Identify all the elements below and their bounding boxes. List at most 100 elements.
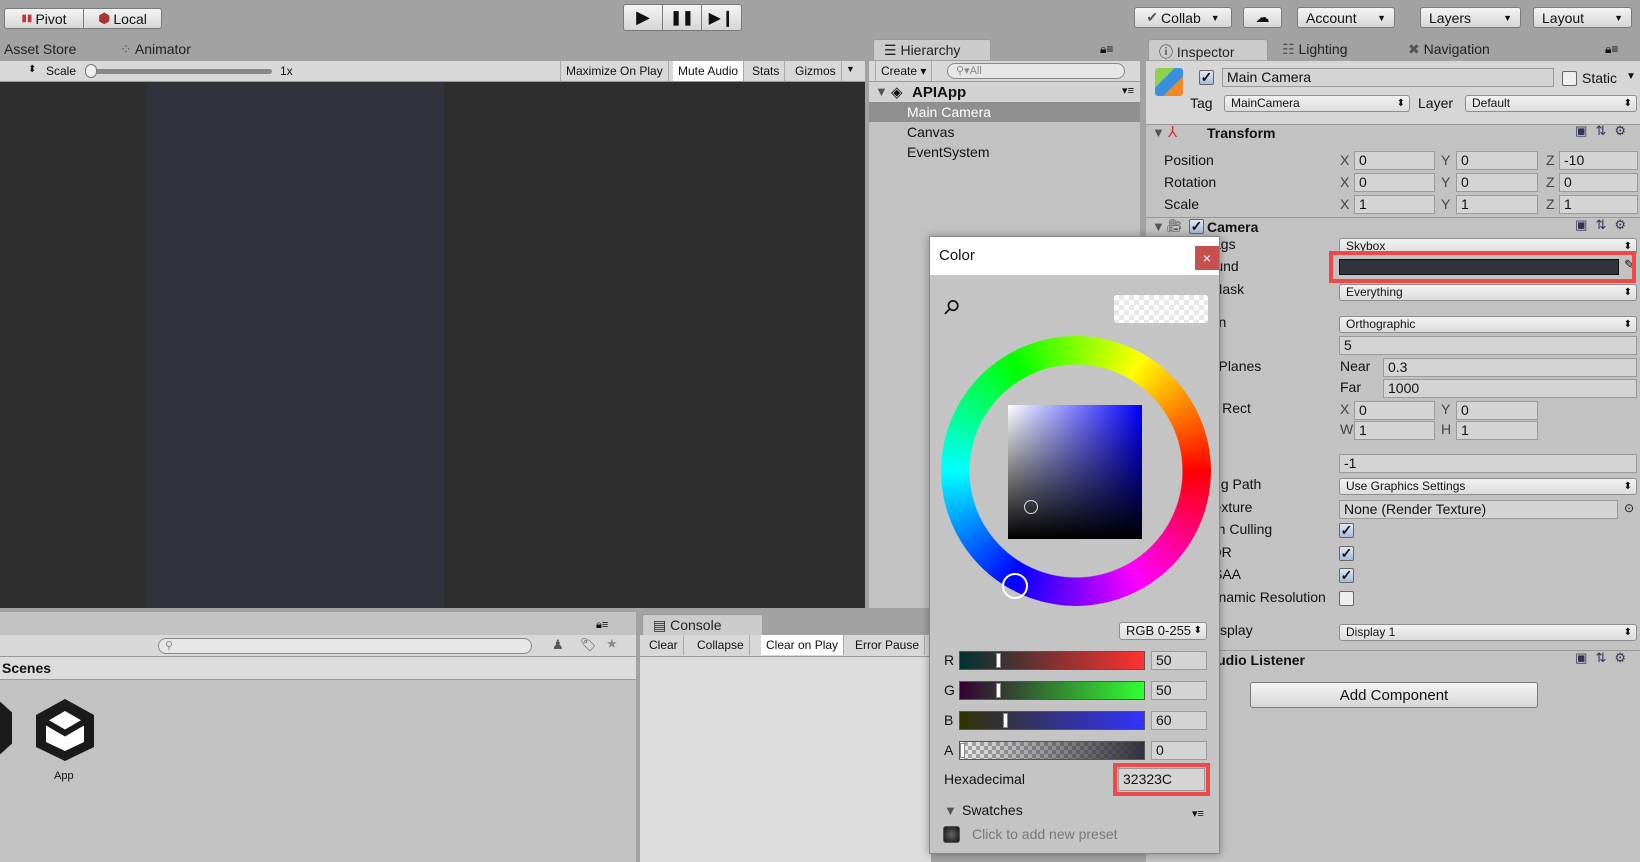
lock-icon[interactable]: 🔒︎≡ — [1605, 42, 1618, 57]
error-pause-button[interactable]: Error Pause — [850, 635, 926, 655]
stats-button[interactable]: Stats — [747, 61, 786, 81]
channel-value-input[interactable]: 60 — [1151, 711, 1207, 730]
near-input[interactable]: 0.3 — [1383, 358, 1637, 377]
step-button[interactable]: ▶❙ — [701, 4, 742, 31]
slider-handle[interactable] — [960, 743, 965, 758]
saturation-value-square[interactable] — [1008, 405, 1142, 539]
tab-navigation[interactable]: ✖ Navigation — [1398, 39, 1500, 60]
layer-dropdown[interactable]: Default — [1465, 95, 1637, 112]
component-menu-icons[interactable]: ▣⇅⚙ — [1575, 123, 1634, 139]
scale-slider[interactable] — [90, 69, 272, 74]
menu-icon[interactable]: ▾≡ — [1192, 807, 1204, 820]
play-button[interactable]: ▶ — [623, 4, 663, 31]
account-dropdown[interactable]: Account ▼ — [1297, 7, 1395, 28]
channel-value-input[interactable]: 50 — [1151, 651, 1207, 670]
size-input[interactable]: 5 — [1339, 336, 1637, 355]
z-input[interactable]: 0 — [1559, 173, 1638, 192]
slider-handle[interactable] — [995, 653, 1001, 668]
cloud-button[interactable]: ☁ — [1243, 7, 1282, 28]
x-input[interactable]: 0 — [1354, 151, 1435, 170]
tab-inspector[interactable]: ⓘ Inspector — [1148, 39, 1268, 60]
channel-slider[interactable] — [959, 711, 1145, 730]
create-button[interactable]: Create ▾ — [875, 61, 933, 81]
occlusion-checkbox[interactable]: ✓ — [1339, 523, 1354, 538]
layout-dropdown[interactable]: Layout ▼ — [1533, 7, 1632, 28]
hierarchy-item[interactable]: Canvas — [869, 122, 1140, 142]
channel-slider[interactable] — [959, 651, 1145, 670]
msaa-checkbox[interactable]: ✓ — [1339, 568, 1354, 583]
component-menu-icons[interactable]: ▣⇅⚙ — [1575, 217, 1634, 233]
hierarchy-item-selected[interactable]: Main Camera — [869, 102, 1140, 122]
hdr-checkbox[interactable]: ✓ — [1339, 546, 1354, 561]
eyedropper-icon[interactable]: ⚲ — [937, 293, 965, 321]
channel-slider[interactable] — [959, 741, 1145, 760]
filter-type-icon[interactable]: ♟ — [552, 637, 564, 653]
lock-icon[interactable]: 🔒︎≡ — [1100, 42, 1113, 57]
clear-on-play-button[interactable]: Clear on Play — [761, 635, 845, 655]
project-search-input[interactable]: ⚲ — [158, 638, 532, 654]
channel-value-input[interactable]: 50 — [1151, 681, 1207, 700]
chevron-down-icon[interactable]: ▼ — [846, 64, 855, 74]
culling-mask-dropdown[interactable]: Everything — [1339, 284, 1637, 301]
game-view[interactable] — [0, 82, 865, 608]
scale-slider-handle[interactable] — [85, 64, 97, 78]
static-checkbox[interactable] — [1562, 71, 1577, 86]
expand-arrow-icon[interactable]: ▼ — [1152, 125, 1165, 140]
hue-handle[interactable] — [1002, 573, 1028, 599]
vy-input[interactable]: 0 — [1456, 401, 1538, 420]
x-input[interactable]: 1 — [1354, 195, 1435, 214]
tab-animator[interactable]: ⁘ Animator — [110, 39, 201, 60]
chevron-down-icon[interactable]: ▼ — [1626, 71, 1636, 82]
add-component-button[interactable]: Add Component — [1250, 682, 1538, 708]
y-input[interactable]: 1 — [1456, 195, 1538, 214]
maximize-on-play-button[interactable]: Maximize On Play — [560, 61, 669, 81]
tab-console[interactable]: ▤ Console — [642, 614, 763, 635]
hierarchy-search-input[interactable]: ⚲▾All — [947, 63, 1125, 79]
expand-arrow-icon[interactable]: ▼ — [875, 84, 888, 99]
depth-input[interactable]: -1 — [1339, 454, 1637, 473]
add-preset-button[interactable] — [943, 826, 960, 843]
tab-hierarchy[interactable]: ☰ Hierarchy — [873, 39, 991, 60]
y-input[interactable]: 0 — [1456, 151, 1538, 170]
local-button[interactable]: ⬢ Local — [83, 8, 162, 29]
collab-button[interactable]: ✔ Collab ▼ — [1134, 7, 1232, 28]
object-picker-icon[interactable]: ⊙ — [1624, 501, 1634, 515]
target-texture-field[interactable]: None (Render Texture) — [1339, 500, 1618, 519]
pause-button[interactable]: ❚❚ — [662, 4, 702, 31]
hex-input[interactable]: 32323C — [1118, 768, 1205, 791]
vh-input[interactable]: 1 — [1456, 421, 1538, 440]
active-checkbox[interactable]: ✓ — [1199, 70, 1214, 85]
menu-icon[interactable]: ▾≡ — [1122, 84, 1134, 97]
tab-lighting[interactable]: ☷ Lighting — [1272, 39, 1358, 60]
projection-dropdown[interactable]: Orthographic — [1339, 316, 1637, 333]
gizmos-button[interactable]: Gizmos — [790, 61, 842, 81]
color-mode-dropdown[interactable]: RGB 0-255 — [1119, 622, 1207, 640]
filter-label-icon[interactable]: 🏷︎ — [580, 637, 597, 653]
display-selector-icon[interactable]: ⬍ — [28, 64, 36, 75]
vw-input[interactable]: 1 — [1354, 421, 1435, 440]
x-input[interactable]: 0 — [1354, 173, 1435, 192]
collapse-button[interactable]: Collapse — [692, 635, 750, 655]
object-name-input[interactable]: Main Camera — [1222, 68, 1554, 87]
sv-handle[interactable] — [1024, 500, 1038, 514]
z-input[interactable]: -10 — [1559, 151, 1638, 170]
clear-button[interactable]: Clear — [644, 635, 684, 655]
slider-handle[interactable] — [995, 683, 1001, 698]
camera-enabled-checkbox[interactable]: ✓ — [1189, 219, 1204, 234]
component-menu-icons[interactable]: ▣⇅⚙ — [1575, 650, 1634, 666]
lock-icon[interactable]: 🔒︎≡ — [596, 619, 608, 632]
tab-asset-store[interactable]: Asset Store — [0, 39, 86, 60]
mute-audio-button[interactable]: Mute Audio — [673, 61, 745, 81]
channel-value-input[interactable]: 0 — [1151, 741, 1207, 760]
tag-dropdown[interactable]: MainCamera — [1224, 95, 1410, 112]
scene-row[interactable]: ▼ ◈ APIApp ▾≡ — [869, 82, 1140, 102]
rendering-path-dropdown[interactable]: Use Graphics Settings — [1339, 478, 1637, 495]
hierarchy-item[interactable]: EventSystem — [869, 142, 1140, 162]
far-input[interactable]: 1000 — [1383, 379, 1637, 398]
z-input[interactable]: 1 — [1559, 195, 1638, 214]
layers-dropdown[interactable]: Layers ▼ — [1420, 7, 1521, 28]
pivot-button[interactable]: ▮▮ Pivot — [4, 8, 84, 29]
dynres-checkbox[interactable] — [1339, 591, 1354, 606]
slider-handle[interactable] — [1002, 713, 1008, 728]
favorite-star-icon[interactable]: ★ — [606, 636, 618, 652]
